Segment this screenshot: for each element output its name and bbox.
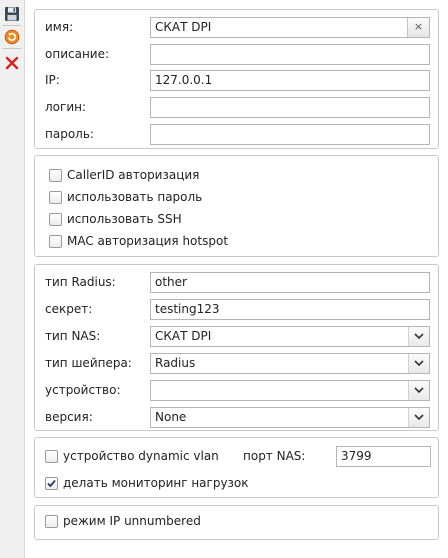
- chevron-down-icon: [414, 387, 424, 394]
- ip-row: IP: 127.0.0.1: [35, 70, 438, 92]
- dynamic-vlan-label: устройство dynamic vlan: [63, 449, 219, 463]
- nas-type-value: СКАТ DPI: [155, 329, 212, 343]
- password-input[interactable]: [150, 124, 430, 145]
- nas-port-value: 3799: [341, 449, 372, 463]
- monitoring-group: устройство dynamic vlan порт NAS: 3799 д…: [34, 437, 439, 498]
- ip-unnumbered-label: режим IP unnumbered: [63, 514, 201, 528]
- radius-type-row: тип Radius: other: [35, 272, 438, 294]
- secret-value: testing123: [155, 302, 220, 316]
- name-label: имя:: [45, 20, 74, 34]
- chevron-down-icon: [414, 360, 424, 367]
- nas-type-label: тип NAS:: [45, 329, 101, 343]
- refresh-icon: [4, 29, 20, 45]
- check-icon: [47, 479, 56, 488]
- callerid-row[interactable]: CallerID авторизация: [35, 166, 438, 188]
- password-label: пароль:: [45, 127, 94, 141]
- name-input[interactable]: СКАТ DPI ×: [150, 17, 430, 38]
- use-password-row[interactable]: использовать пароль: [35, 188, 438, 210]
- dynamic-vlan-checkbox[interactable]: [45, 450, 58, 463]
- clear-icon: ×: [413, 20, 424, 33]
- load-monitoring-checkbox[interactable]: [45, 477, 58, 490]
- secret-row: секрет: testing123: [35, 299, 438, 321]
- description-row: описание:: [35, 44, 438, 66]
- device-dropdown-button[interactable]: [408, 381, 429, 400]
- shaper-type-select[interactable]: Radius: [150, 353, 430, 374]
- login-label: логин:: [45, 100, 87, 114]
- auth-options-group: CallerID авторизация использовать пароль…: [34, 155, 439, 257]
- shaper-type-row: тип шейпера: Radius: [35, 353, 438, 375]
- radius-type-value: other: [155, 275, 187, 289]
- use-ssh-row[interactable]: использовать SSH: [35, 210, 438, 232]
- ip-unnumbered-row: режим IP unnumbered: [35, 512, 438, 534]
- use-password-label: использовать пароль: [67, 190, 203, 204]
- chevron-down-icon: [414, 333, 424, 340]
- nas-port-label: порт NAS:: [243, 449, 306, 463]
- ip-input[interactable]: 127.0.0.1: [150, 70, 430, 91]
- ip-unnumbered-checkbox[interactable]: [45, 515, 58, 528]
- description-input[interactable]: [150, 44, 430, 65]
- ip-value: 127.0.0.1: [155, 73, 213, 87]
- nas-type-row: тип NAS: СКАТ DPI: [35, 326, 438, 348]
- nas-type-dropdown-button[interactable]: [408, 327, 429, 346]
- save-button[interactable]: [4, 6, 20, 22]
- nas-port-input[interactable]: 3799: [336, 446, 431, 467]
- login-input[interactable]: [150, 97, 430, 118]
- dynamic-vlan-row: устройство dynamic vlan порт NAS: 3799: [35, 446, 438, 468]
- callerid-checkbox[interactable]: [49, 169, 62, 182]
- name-row: имя: СКАТ DPI ×: [35, 17, 438, 39]
- ip-unnumbered-group: режим IP unnumbered: [34, 505, 439, 540]
- version-select[interactable]: None: [150, 407, 430, 428]
- load-monitoring-label: делать мониторинг нагрузок: [63, 476, 249, 490]
- shaper-type-value: Radius: [155, 356, 196, 370]
- toolbar-divider: [3, 25, 21, 26]
- radius-group: тип Radius: other секрет: testing123 тип…: [34, 264, 439, 431]
- delete-button[interactable]: [4, 55, 20, 71]
- name-value: СКАТ DPI: [155, 20, 212, 34]
- connection-group: имя: СКАТ DPI × описание: IP: 127.0.0.1 …: [34, 9, 439, 149]
- device-select[interactable]: [150, 380, 430, 401]
- secret-input[interactable]: testing123: [150, 299, 430, 320]
- use-password-checkbox[interactable]: [49, 191, 62, 204]
- mac-auth-row[interactable]: MAC авторизация hotspot: [35, 232, 438, 254]
- floppy-disk-icon: [5, 7, 19, 21]
- load-monitoring-row: делать мониторинг нагрузок: [35, 474, 438, 496]
- use-ssh-checkbox[interactable]: [49, 213, 62, 226]
- secret-label: секрет:: [45, 302, 93, 316]
- nas-type-select[interactable]: СКАТ DPI: [150, 326, 430, 347]
- shaper-type-label: тип шейпера:: [45, 356, 132, 370]
- login-row: логин:: [35, 97, 438, 119]
- ip-label: IP:: [45, 73, 60, 87]
- mac-auth-label: MAC авторизация hotspot: [67, 234, 229, 248]
- use-ssh-label: использовать SSH: [67, 212, 182, 226]
- device-label: устройство:: [45, 383, 121, 397]
- shaper-type-dropdown-button[interactable]: [408, 354, 429, 373]
- left-toolbar: [0, 0, 25, 558]
- radius-type-label: тип Radius:: [45, 275, 116, 289]
- clear-name-button[interactable]: ×: [407, 18, 429, 37]
- version-dropdown-button[interactable]: [408, 408, 429, 427]
- callerid-label: CallerID авторизация: [67, 168, 200, 182]
- version-row: версия: None: [35, 407, 438, 429]
- chevron-down-icon: [414, 414, 424, 421]
- description-label: описание:: [45, 47, 110, 61]
- radius-type-input[interactable]: other: [150, 272, 430, 293]
- version-value: None: [155, 410, 187, 424]
- password-row: пароль:: [35, 124, 438, 146]
- red-x-icon: [5, 56, 19, 70]
- toolbar-divider: [3, 48, 21, 49]
- mac-auth-checkbox[interactable]: [49, 235, 62, 248]
- device-row: устройство:: [35, 380, 438, 402]
- refresh-button[interactable]: [4, 29, 20, 45]
- version-label: версия:: [45, 410, 93, 424]
